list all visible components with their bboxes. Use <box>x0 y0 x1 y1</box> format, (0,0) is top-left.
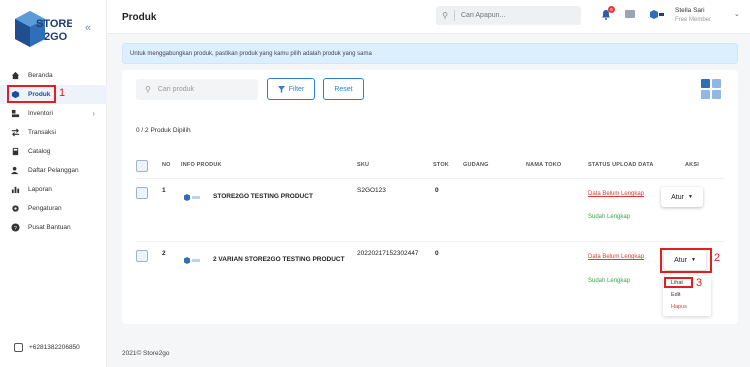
product-name[interactable]: STORE2GO TESTING PRODUCT <box>213 193 313 200</box>
page-title: Produk <box>122 12 157 23</box>
chevron-down-icon[interactable]: ⌄ <box>734 10 740 18</box>
sidebar-item-pusat-bantuan[interactable]: ? Pusat Bantuan <box>0 218 107 237</box>
footer-copyright: 2021© Store2go <box>122 350 170 357</box>
chart-icon <box>11 185 20 194</box>
top-header: Produk ⚲ 6 Stella Sari Free Member ⌄ <box>107 0 750 34</box>
grid-view-toggle-icon[interactable] <box>701 79 721 99</box>
row-no: 2 <box>162 250 166 257</box>
sidebar-item-label: Transaksi <box>28 129 56 136</box>
col-status-upload: STATUS UPLOAD DATA <box>588 162 654 168</box>
search-icon: ⚲ <box>145 85 151 94</box>
product-sku: 20220217152302447 <box>357 250 419 257</box>
product-stok: 0 <box>435 250 439 257</box>
selected-count: 0 / 2 Produk Dipilih <box>136 127 191 134</box>
product-list-card: ⚲ Cari produk Filter Reset 0 / 2 Produk … <box>122 70 738 324</box>
annotation-number-1: 1 <box>59 87 66 99</box>
sidebar-item-transaksi[interactable]: Transaksi <box>0 123 107 142</box>
product-search-placeholder: Cari produk <box>157 86 195 93</box>
row-checkbox[interactable] <box>136 250 148 262</box>
atur-label: Atur <box>671 193 684 201</box>
help-icon: ? <box>11 223 20 232</box>
sidebar-item-label: Catalog <box>28 148 51 155</box>
menu-item-hapus[interactable]: Hapus <box>671 304 687 310</box>
annotation-box-produk <box>7 85 56 103</box>
col-stok: STOK <box>433 162 449 168</box>
brand-line2: 2GO <box>44 31 68 43</box>
col-info-produk: INFO PRODUK <box>181 162 222 168</box>
sidebar-item-label: Daftar Pelanggan <box>28 167 79 174</box>
col-aksi: AKSI <box>685 162 699 168</box>
chevron-right-icon: › <box>92 109 95 118</box>
sidebar-item-label: Pengaturan <box>28 205 62 212</box>
user-name[interactable]: Stella Sari <box>675 7 705 14</box>
product-stok: 0 <box>435 187 439 194</box>
annotation-box-atur <box>660 248 712 273</box>
col-gudang: GUDANG <box>463 162 489 168</box>
atur-button[interactable]: Atur ▼ <box>661 187 703 207</box>
row-no: 1 <box>162 187 166 194</box>
col-no: NO <box>162 162 171 168</box>
search-icon: ⚲ <box>442 11 448 20</box>
reset-button[interactable]: Reset <box>323 78 364 100</box>
notification-badge: 6 <box>608 6 615 13</box>
sidebar-item-label: Pusat Bantuan <box>28 224 71 231</box>
caret-down-icon: ▼ <box>687 194 693 200</box>
product-name[interactable]: 2 VARIAN STORE2GO TESTING PRODUCT <box>213 256 345 263</box>
product-sku: S2GO123 <box>357 187 386 194</box>
info-banner: Untuk menggabungkan produk, pastikan pro… <box>122 43 738 64</box>
sidebar-item-beranda[interactable]: Beranda <box>0 66 107 85</box>
menu-item-edit[interactable]: Edit <box>671 292 680 298</box>
user-avatar[interactable] <box>650 10 664 20</box>
gear-icon <box>11 204 20 213</box>
funnel-icon <box>277 85 285 93</box>
global-search-input[interactable] <box>461 12 561 19</box>
sidebar-item-laporan[interactable]: Laporan <box>0 180 107 199</box>
annotation-number-2: 2 <box>714 252 721 264</box>
status-data-belum-lengkap[interactable]: Data Belum Lengkap <box>588 254 644 260</box>
collapse-sidebar-icon[interactable]: « <box>85 22 91 34</box>
phone-number: +6281382206850 <box>29 344 80 351</box>
filter-button[interactable]: Filter <box>267 78 315 100</box>
swap-icon <box>11 128 20 137</box>
sidebar-item-label: Beranda <box>28 72 53 79</box>
store2go-logo[interactable]: STORE 2GO <box>14 10 74 50</box>
row-checkbox[interactable] <box>136 187 148 199</box>
sidebar-item-catalog[interactable]: Catalog <box>0 142 107 161</box>
col-nama-toko: NAMA TOKO <box>526 162 562 168</box>
product-thumbnail <box>184 194 200 202</box>
users-icon <box>11 166 20 175</box>
wallet-icon[interactable] <box>625 10 635 18</box>
sidebar-item-pengaturan[interactable]: Pengaturan <box>0 199 107 218</box>
sidebar: STORE 2GO « Beranda Produk Inventori › T… <box>0 0 107 367</box>
sidebar-item-label: Laporan <box>28 186 52 193</box>
home-icon <box>11 71 20 80</box>
user-role: Free Member <box>675 17 712 23</box>
svg-text:?: ? <box>14 226 17 232</box>
whatsapp-icon <box>14 343 23 352</box>
sidebar-item-label: Inventori <box>28 110 53 117</box>
select-all-checkbox[interactable] <box>136 160 148 172</box>
annotation-box-lihat <box>664 277 693 288</box>
global-search[interactable]: ⚲ <box>436 6 581 25</box>
annotation-number-3: 3 <box>696 277 703 289</box>
brand-line1: STORE <box>36 18 72 30</box>
status-sudah-lengkap: Sudah Lengkap <box>588 278 631 284</box>
status-data-belum-lengkap[interactable]: Data Belum Lengkap <box>588 191 644 197</box>
filter-label: Filter <box>288 85 305 93</box>
contact-phone: +6281382206850 <box>14 343 80 352</box>
status-sudah-lengkap: Sudah Lengkap <box>588 214 631 220</box>
col-sku: SKU <box>357 162 370 168</box>
product-search[interactable]: ⚲ Cari produk <box>136 79 258 100</box>
product-thumbnail <box>184 257 200 265</box>
sidebar-item-inventori[interactable]: Inventori › <box>0 104 107 123</box>
boxes-icon <box>11 109 20 118</box>
sidebar-item-daftar-pelanggan[interactable]: Daftar Pelanggan <box>0 161 107 180</box>
book-icon <box>11 147 20 156</box>
